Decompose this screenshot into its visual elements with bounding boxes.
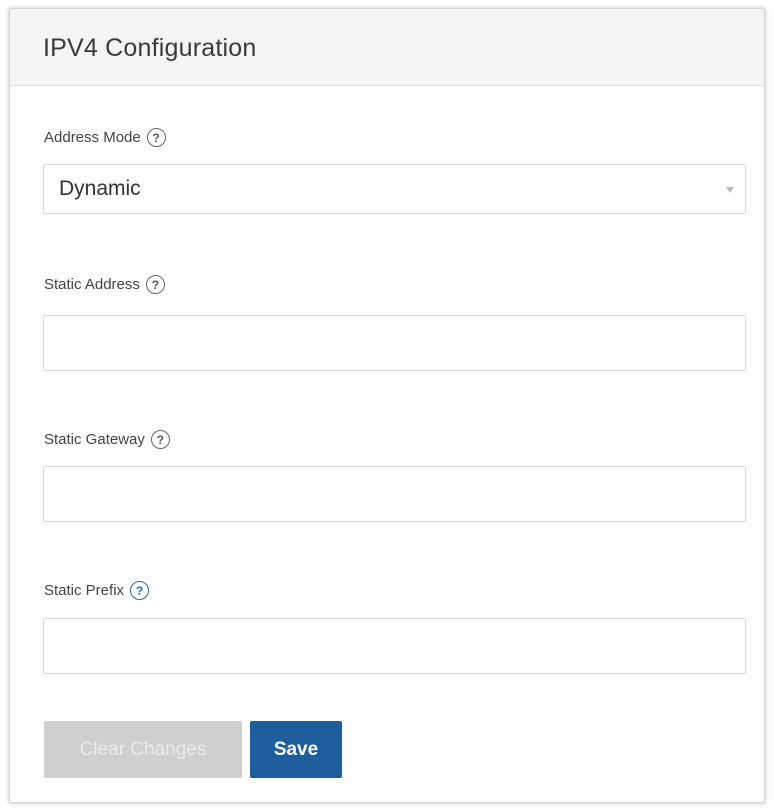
ipv4-configuration-panel: IPV4 Configuration Address Mode ? Dynami…	[9, 8, 765, 803]
clear-changes-button[interactable]: Clear Changes	[44, 721, 242, 778]
static-address-help-icon[interactable]: ?	[145, 275, 165, 294]
static-prefix-label: Static Prefix ?	[44, 581, 150, 600]
panel-header: IPV4 Configuration	[10, 9, 764, 86]
static-address-input[interactable]	[43, 315, 746, 371]
caret-down-icon	[726, 187, 734, 193]
panel-title: IPV4 Configuration	[43, 34, 257, 62]
static-prefix-input[interactable]	[43, 618, 746, 674]
static-address-label-text: Static Address	[44, 276, 140, 293]
address-mode-selected-value: Dynamic	[59, 177, 141, 200]
save-button[interactable]: Save	[250, 721, 342, 778]
address-mode-label: Address Mode ?	[44, 128, 166, 147]
static-prefix-help-icon[interactable]: ?	[130, 581, 150, 600]
address-mode-select[interactable]: Dynamic	[43, 164, 746, 214]
static-gateway-label: Static Gateway ?	[44, 430, 170, 449]
address-mode-label-text: Address Mode	[44, 129, 141, 146]
static-gateway-input[interactable]	[43, 466, 746, 522]
static-gateway-help-icon[interactable]: ?	[150, 430, 170, 449]
static-address-label: Static Address ?	[44, 275, 165, 294]
address-mode-help-icon[interactable]: ?	[146, 128, 166, 147]
static-prefix-label-text: Static Prefix	[44, 582, 125, 599]
static-gateway-label-text: Static Gateway	[44, 431, 145, 448]
